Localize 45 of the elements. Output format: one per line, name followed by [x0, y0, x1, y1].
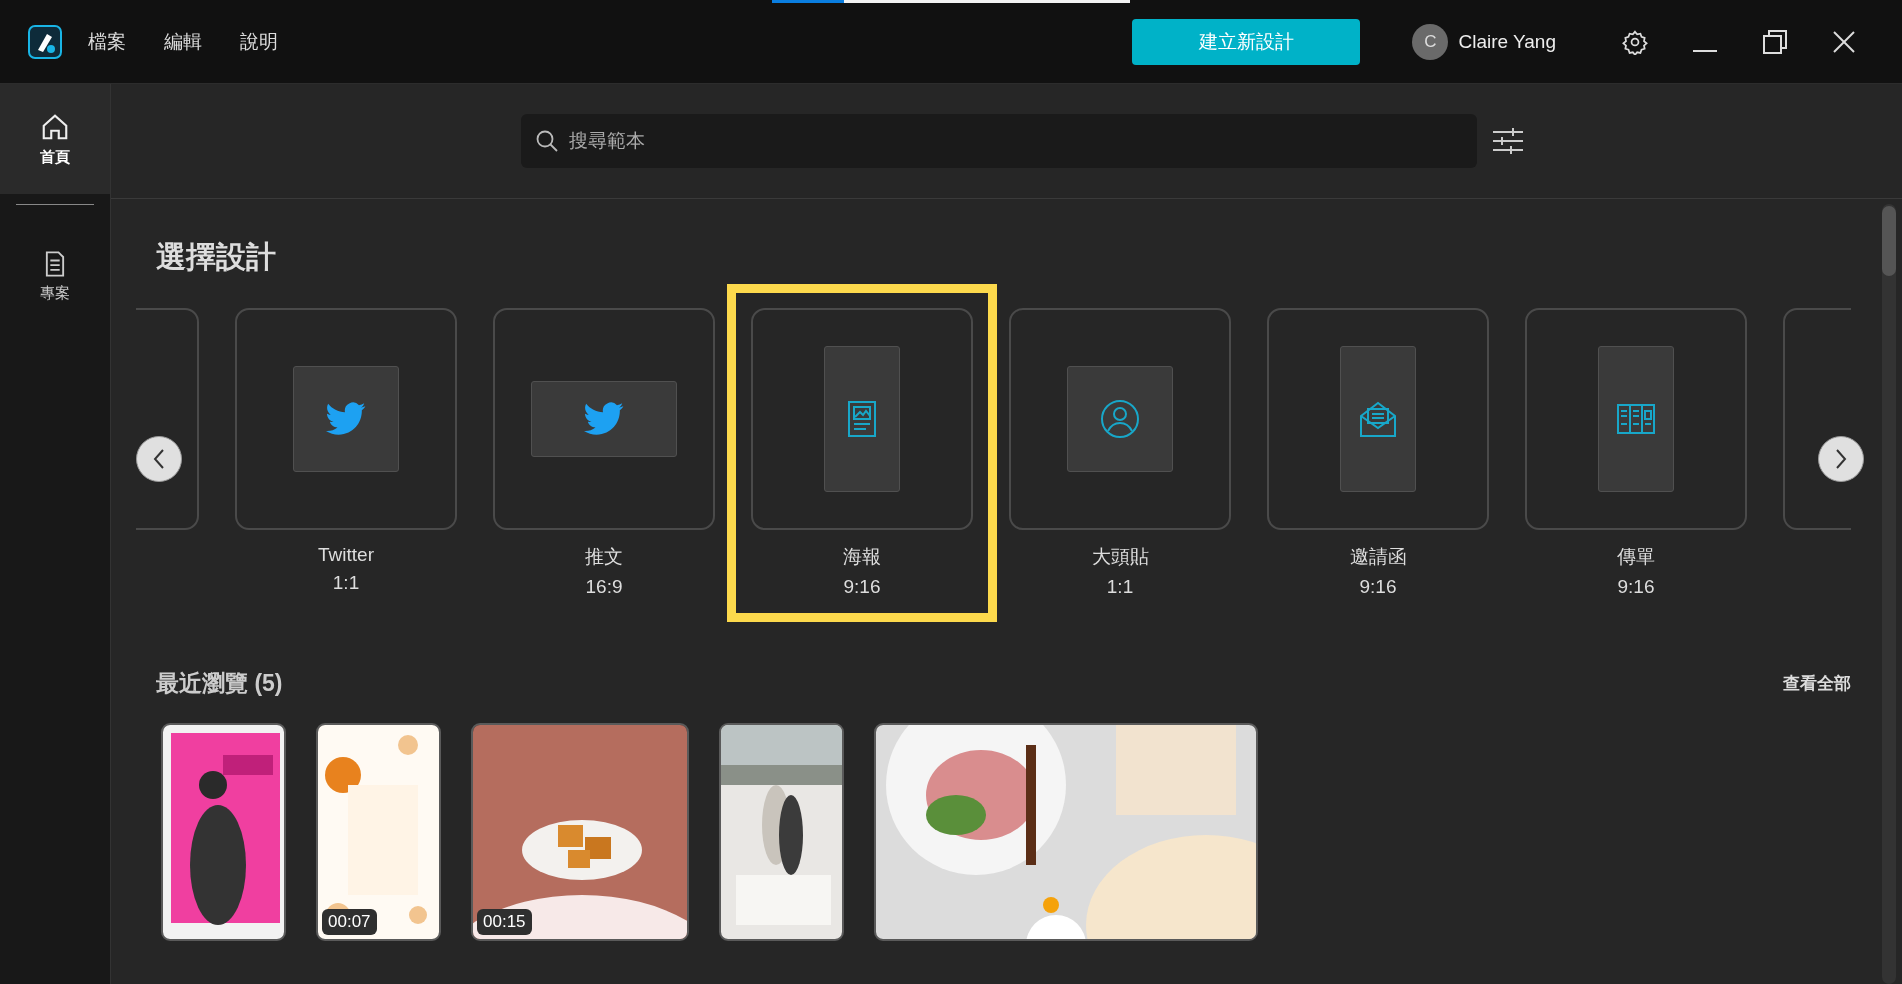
aspect-ratio: 9:16	[1617, 576, 1655, 598]
aspect-ratio: 9:16	[1359, 576, 1397, 598]
design-option[interactable]: 海報 9:16	[727, 284, 997, 622]
next-button[interactable]	[1818, 436, 1864, 482]
design-label: 推文	[585, 545, 623, 569]
bird-icon	[326, 402, 366, 436]
poster-icon	[847, 400, 877, 438]
chevron-left-icon	[152, 448, 166, 470]
design-label: 傳單	[1617, 545, 1655, 569]
user-avatar[interactable]: C	[1412, 23, 1449, 60]
close-icon[interactable]	[1832, 29, 1856, 54]
scrollbar-thumb[interactable]	[1882, 206, 1896, 276]
menu-item[interactable]: 編輯	[164, 28, 202, 55]
sidebar-item[interactable]: 專案	[0, 221, 110, 331]
previous-button[interactable]	[136, 436, 182, 482]
view-all-link[interactable]: 查看全部	[1783, 672, 1851, 695]
video-duration: 00:15	[477, 909, 532, 935]
menu-item[interactable]: 檔案	[88, 28, 126, 55]
sidebar-item[interactable]: 首頁	[0, 84, 110, 194]
chevron-right-icon	[1834, 448, 1848, 470]
avatar-icon	[1100, 399, 1140, 439]
recent-design-thumbnail[interactable]: 00:15	[471, 723, 689, 941]
user-name[interactable]: Claire Yang	[1458, 30, 1556, 53]
design-label: Twitter	[318, 544, 374, 566]
section-title: 選擇設計	[156, 239, 277, 275]
aspect-ratio: 1:1	[332, 572, 360, 594]
recent-design-thumbnail[interactable]: 00:07	[316, 723, 441, 941]
bird-icon	[584, 402, 624, 436]
aspect-ratio: 16:9	[585, 576, 623, 598]
menu-item[interactable]: 說明	[240, 28, 278, 55]
restore-icon[interactable]	[1762, 28, 1788, 55]
section-title: 最近瀏覽 (5)	[156, 669, 283, 698]
video-duration: 00:07	[322, 909, 377, 935]
design-label: 邀請函	[1349, 545, 1407, 569]
brochure-icon	[1616, 402, 1656, 436]
settings-icon[interactable]	[1622, 28, 1648, 55]
search-field[interactable]: 搜尋範本	[520, 114, 1477, 168]
aspect-ratio: 9:16	[843, 576, 881, 598]
envelope-icon	[1358, 400, 1398, 438]
design-label: 大頭貼	[1091, 545, 1149, 569]
scrollbar[interactable]	[1882, 204, 1896, 984]
aspect-ratio: 1:1	[1106, 576, 1134, 598]
app-logo-icon[interactable]	[28, 24, 62, 59]
design-label: 海報	[843, 545, 881, 569]
filter-icon[interactable]	[1492, 127, 1523, 155]
